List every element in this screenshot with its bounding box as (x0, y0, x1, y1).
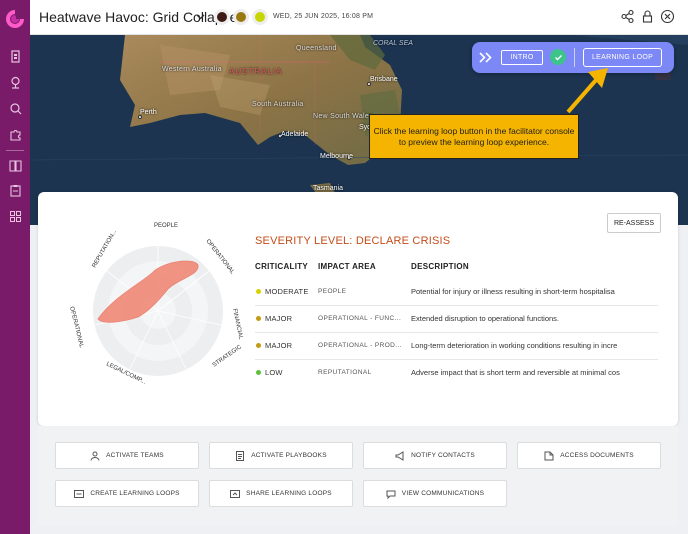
document-icon (544, 451, 554, 460)
share-learning-loops-button[interactable]: SHARE LEARNING LOOPS (209, 480, 353, 507)
table-row[interactable]: MODERATE PEOPLE Potential for injury or … (255, 279, 658, 306)
share-learning-loops-label: SHARE LEARNING LOOPS (246, 490, 332, 497)
map-label-queensland: Queensland (296, 45, 337, 52)
apps-icon (9, 210, 21, 222)
chat-icon (386, 490, 396, 499)
criticality-dot (256, 316, 261, 321)
book-icon (8, 159, 22, 172)
criticality-dot (256, 343, 261, 348)
sidebar (0, 0, 30, 534)
map-label-coral-sea: CORAL SEA (373, 40, 413, 47)
app-logo[interactable] (4, 8, 26, 30)
column-header-description: DESCRIPTION (411, 262, 469, 271)
create-learning-loops-button[interactable]: CREATE LEARNING LOOPS (55, 480, 199, 507)
top-bar: Heatwave Havoc: Grid Collapse WED, 25 JU… (30, 0, 688, 35)
clipboard-icon (9, 184, 21, 197)
sidebar-item-apps[interactable] (0, 206, 30, 226)
radar-axis-operational-2: OPERATIONAL (68, 306, 84, 349)
criticality-value: MAJOR (265, 314, 293, 323)
map-label-australia: AUSTRALIA (229, 67, 283, 76)
column-header-criticality: CRITICALITY (255, 262, 309, 271)
megaphone-icon (395, 450, 404, 461)
sidebar-item-location[interactable] (0, 72, 30, 92)
create-learning-loops-label: CREATE LEARNING LOOPS (90, 490, 180, 497)
table-row[interactable]: MAJOR OPERATIONAL - FUNC... Extended dis… (255, 306, 658, 333)
criticality-value: LOW (265, 368, 283, 377)
view-communications-label: VIEW COMMUNICATIONS (401, 490, 485, 497)
activate-playbooks-button[interactable]: ACTIVATE PLAYBOOKS (209, 442, 353, 469)
share-loop-icon (230, 489, 241, 498)
double-chevron-right-icon[interactable] (479, 51, 493, 64)
map-label-western-australia: Western Australia (162, 66, 222, 73)
criticality-value: MODERATE (265, 287, 309, 296)
playbook-icon (236, 450, 245, 461)
radar-axis-operational: OPERATIONAL (204, 239, 235, 276)
map-label-adelaide: Adelaide (281, 131, 309, 138)
reassess-button[interactable]: RE-ASSESS (607, 213, 661, 233)
access-documents-label: ACCESS DOCUMENTS (560, 452, 634, 459)
severity-panel: RE-ASSESS PEOPLE OPERATIONAL FINANCIAL S… (38, 192, 678, 426)
impact-area-value: OPERATIONAL - FUNC... (318, 315, 402, 322)
impact-area-value: REPUTATIONAL (318, 369, 372, 376)
scenario-datetime: WED, 25 JUN 2025, 16:08 PM (273, 13, 374, 20)
description-value: Potential for injury or illness resultin… (411, 287, 615, 296)
criticality-value: MAJOR (265, 341, 293, 350)
dashboard-icon (10, 49, 20, 63)
activate-teams-label: ACTIVATE TEAMS (106, 452, 164, 459)
close-icon[interactable] (660, 9, 675, 24)
activate-playbooks-label: ACTIVATE PLAYBOOKS (251, 452, 327, 459)
learning-loop-icon (74, 489, 85, 498)
team-icon (90, 451, 100, 461)
notify-contacts-label: NOTIFY CONTACTS (411, 452, 475, 459)
sidebar-item-map-search[interactable] (0, 98, 30, 118)
check-icon (550, 49, 566, 65)
radar-axis-people: PEOPLE (154, 223, 178, 229)
criticality-dot (256, 289, 261, 294)
map-label-perth: Perth (140, 109, 157, 116)
tooltip-callout: Click the learning loop button in the fa… (369, 114, 579, 159)
description-value: Long-term deterioration in working condi… (411, 341, 618, 350)
sidebar-divider (6, 150, 24, 151)
table-row[interactable]: MAJOR OPERATIONAL - PROD... Long-term de… (255, 333, 658, 360)
chevron-down-icon[interactable] (196, 12, 205, 21)
impact-area-value: PEOPLE (318, 288, 347, 295)
activate-teams-button[interactable]: ACTIVATE TEAMS (55, 442, 199, 469)
sidebar-item-puzzle[interactable] (0, 124, 30, 144)
criticality-dot (256, 370, 261, 375)
view-communications-button[interactable]: VIEW COMMUNICATIONS (363, 480, 507, 507)
access-documents-button[interactable]: ACCESS DOCUMENTS (517, 442, 661, 469)
table-row[interactable]: LOW REPUTATIONAL Adverse impact that is … (255, 360, 658, 387)
description-value: Adverse impact that is short term and re… (411, 368, 620, 377)
callout-arrow (566, 68, 608, 114)
description-value: Extended disruption to operational funct… (411, 314, 560, 323)
sidebar-item-clipboard[interactable] (0, 180, 30, 200)
scenario-title: Heatwave Havoc: Grid Collapse (39, 9, 238, 25)
map-search-icon (9, 102, 21, 114)
map-label-brisbane: Brisbane (370, 76, 398, 83)
map-label-tasmania: Tasmania (313, 185, 343, 192)
status-dot-2 (236, 12, 246, 22)
radar-axis-financial: FINANCIAL (231, 308, 244, 341)
intro-button[interactable]: INTRO (501, 50, 543, 65)
impact-area-value: OPERATIONAL - PROD... (318, 342, 402, 349)
lock-icon[interactable] (640, 9, 655, 24)
sidebar-item-book[interactable] (0, 155, 30, 175)
puzzle-icon (9, 129, 21, 141)
column-header-impact-area: IMPACT AREA (318, 262, 376, 271)
sidebar-item-dashboard[interactable] (0, 46, 30, 66)
status-dot-3 (255, 12, 265, 22)
impact-radar-chart: PEOPLE OPERATIONAL FINANCIAL STRATEGIC L… (68, 223, 244, 386)
status-dot-1 (217, 12, 227, 22)
location-icon (10, 76, 20, 89)
share-icon[interactable] (620, 9, 635, 24)
severity-title: SEVERITY LEVEL: DECLARE CRISIS (255, 235, 451, 247)
map-label-melbourne: Melbourne (320, 153, 354, 160)
notify-contacts-button[interactable]: NOTIFY CONTACTS (363, 442, 507, 469)
radar-axis-strategic: STRATEGIC (212, 344, 244, 369)
map-label-south-australia: South Australia (252, 101, 304, 108)
map-label-new-south-wales: New South Wales (313, 113, 373, 120)
actions-panel: ACTIVATE TEAMS ACTIVATE PLAYBOOKS NOTIFY… (38, 426, 678, 526)
